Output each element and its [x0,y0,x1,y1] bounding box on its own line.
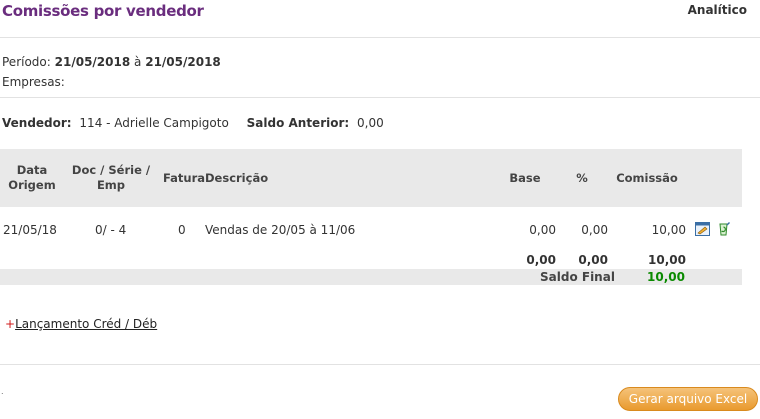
col-data-origem: Data Origem [8,163,56,192]
credit-debit-label: Lançamento Créd / Déb [15,317,158,331]
plus-icon: + [5,317,16,331]
cell-data-origem: 21/05/18 [3,223,57,237]
col-doc-serie-emp: Doc / Série / Emp [71,163,151,192]
divider [0,97,760,98]
cell-percent: 0,00 [581,223,608,237]
saldo-final-row: Saldo Final 10,00 [0,269,742,285]
divider [0,364,760,365]
vendor-line: Vendedor: 114 - Adrielle Campigoto Saldo… [2,116,388,130]
vendor-label: Vendedor: [2,116,72,130]
report-mode-label: Analítico [687,3,747,17]
cell-fatura: 0 [178,223,186,237]
cell-descricao: Vendas de 20/05 à 11/06 [205,223,356,237]
saldo-final-value: 10,00 [647,270,685,284]
table-header: Data Origem Doc / Série / Emp Fatura Des… [0,149,742,207]
generate-excel-button[interactable]: Gerar arquivo Excel [618,387,758,411]
cell-base: 0,00 [529,223,556,237]
saldo-final-label: Saldo Final [540,270,615,284]
period-line: Período: 21/05/2018 à 21/05/2018 [2,55,221,69]
period-separator: à [134,55,142,69]
table-row: 21/05/18 0/ - 4 0 Vendas de 20/05 à 11/0… [0,207,742,253]
totals-row: 0,00 0,00 10,00 [0,253,742,269]
edit-window-icon[interactable] [695,221,710,236]
period-label: Período: [2,55,51,69]
col-comissao: Comissão [616,171,678,185]
total-percent: 0,00 [578,253,608,267]
empresas-label: Empresas: [2,75,65,89]
saldo-anterior-label: Saldo Anterior: [246,116,350,130]
credit-debit-link[interactable]: +Lançamento Créd / Déb [5,317,157,331]
period-start: 21/05/2018 [54,55,131,69]
col-descricao: Descrição [205,171,269,185]
col-base: Base [509,171,541,185]
footer-dot: . [1,387,4,396]
recycle-icon[interactable] [716,221,731,236]
period-end: 21/05/2018 [145,55,221,69]
col-fatura: Fatura [162,171,206,185]
report-header: Comissões por vendedor Analítico [0,0,760,38]
cell-doc-serie-emp: 0/ - 4 [95,223,127,237]
page-title: Comissões por vendedor [2,2,204,20]
saldo-anterior-value: 0,00 [357,116,384,130]
total-base: 0,00 [526,253,556,267]
col-percent: % [576,171,588,185]
total-comissao: 10,00 [648,253,686,267]
vendor-value: 114 - Adrielle Campigoto [79,116,229,130]
cell-comissao: 10,00 [651,223,686,237]
